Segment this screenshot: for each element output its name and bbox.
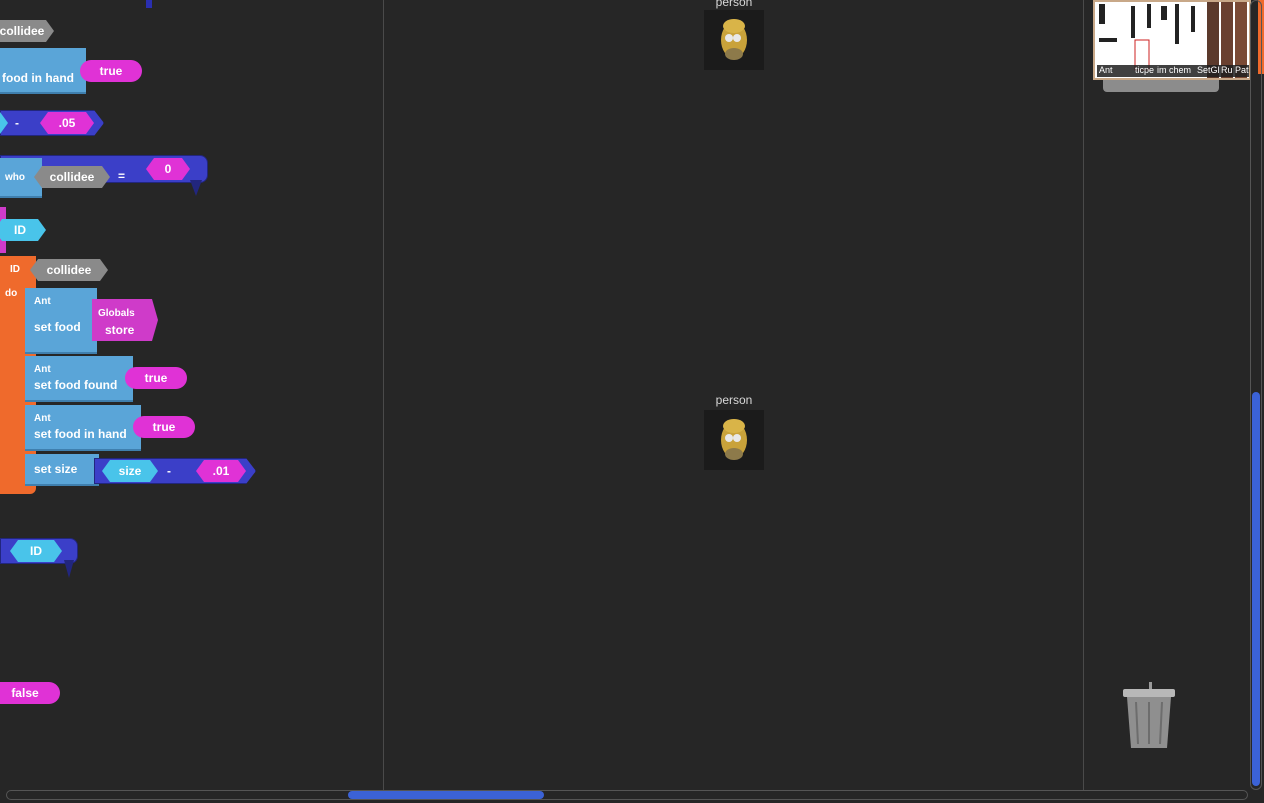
homer-head-icon <box>721 419 747 460</box>
vertical-scrollbar-thumb[interactable] <box>1252 392 1260 786</box>
value-05-block[interactable]: .05 <box>40 112 94 134</box>
workspace-minimap[interactable]: Ant ticpe im chem SetGl Ru Pat <box>1093 0 1251 80</box>
true-block[interactable]: true <box>133 416 195 438</box>
do-label: do <box>5 288 18 299</box>
collidee-block[interactable]: collidee <box>34 166 110 188</box>
set-size-block[interactable]: set size <box>25 454 99 486</box>
id-block[interactable]: ID <box>0 219 46 241</box>
id-block[interactable]: ID <box>10 540 62 562</box>
food-in-hand-block[interactable]: food in hand <box>0 48 86 94</box>
minimap-tab[interactable]: Pat <box>1235 65 1249 77</box>
minus-label: - <box>167 464 171 478</box>
food-in-hand-label: food in hand <box>2 71 74 85</box>
id-label: ID <box>10 264 20 275</box>
who-label: who <box>5 172 25 183</box>
true-block[interactable]: true <box>80 60 142 82</box>
minimap-tab[interactable]: chem <box>1169 65 1197 77</box>
id-compare-tail <box>64 560 74 578</box>
store-label: store <box>105 323 135 337</box>
globals-store-block[interactable]: Globals store <box>92 299 158 341</box>
workspace-divider-left <box>383 0 384 790</box>
horizontal-scrollbar-thumb[interactable] <box>348 791 544 799</box>
set-size-label: set size <box>34 462 78 476</box>
minimap-tab[interactable]: Ant <box>1097 65 1135 77</box>
minus-label: - <box>15 116 19 130</box>
connector-notch <box>146 0 152 8</box>
sprite-label: person <box>715 0 753 9</box>
collidee-block[interactable]: collidee <box>30 259 108 281</box>
value-01-block[interactable]: .01 <box>196 460 246 482</box>
set-food-label: set food <box>34 320 81 334</box>
minimap-tab[interactable]: Ru <box>1221 65 1235 77</box>
set-food-found-block[interactable]: Ant set food found <box>25 356 133 402</box>
false-block[interactable]: false <box>0 682 60 704</box>
minimap-handle[interactable] <box>1103 80 1219 92</box>
true-block[interactable]: true <box>125 367 187 389</box>
sprite-label: person <box>715 393 753 407</box>
set-food-in-hand-block[interactable]: Ant set food in hand <box>25 405 141 451</box>
workspace-divider-right <box>1083 0 1084 790</box>
set-food-in-hand-label: set food in hand <box>34 427 127 441</box>
compare-block-tail <box>190 180 202 196</box>
ant-label: Ant <box>34 364 51 375</box>
globals-label: Globals <box>98 308 135 319</box>
ant-label: Ant <box>34 413 51 424</box>
size-variable-block[interactable]: size <box>102 460 158 482</box>
trash-can-icon[interactable] <box>1120 680 1178 750</box>
set-food-found-label: set food found <box>34 378 118 392</box>
homer-head-icon <box>721 19 747 60</box>
equals-label: = <box>118 169 126 183</box>
person-sprite[interactable] <box>704 410 764 470</box>
minimap-tab[interactable]: SetGl <box>1197 65 1221 77</box>
collidee-block[interactable]: collidee <box>0 20 54 42</box>
value-zero-block[interactable]: 0 <box>146 158 190 180</box>
ant-label: Ant <box>34 296 51 307</box>
person-sprite[interactable] <box>704 10 764 70</box>
minimap-tabs: Ant ticpe im chem SetGl Ru Pat <box>1097 65 1249 77</box>
minimap-tab[interactable]: ticpe <box>1135 65 1157 77</box>
minimap-tab[interactable]: im <box>1157 65 1169 77</box>
set-food-block[interactable]: Ant set food <box>25 288 97 354</box>
horizontal-scrollbar-track[interactable] <box>6 790 1248 800</box>
